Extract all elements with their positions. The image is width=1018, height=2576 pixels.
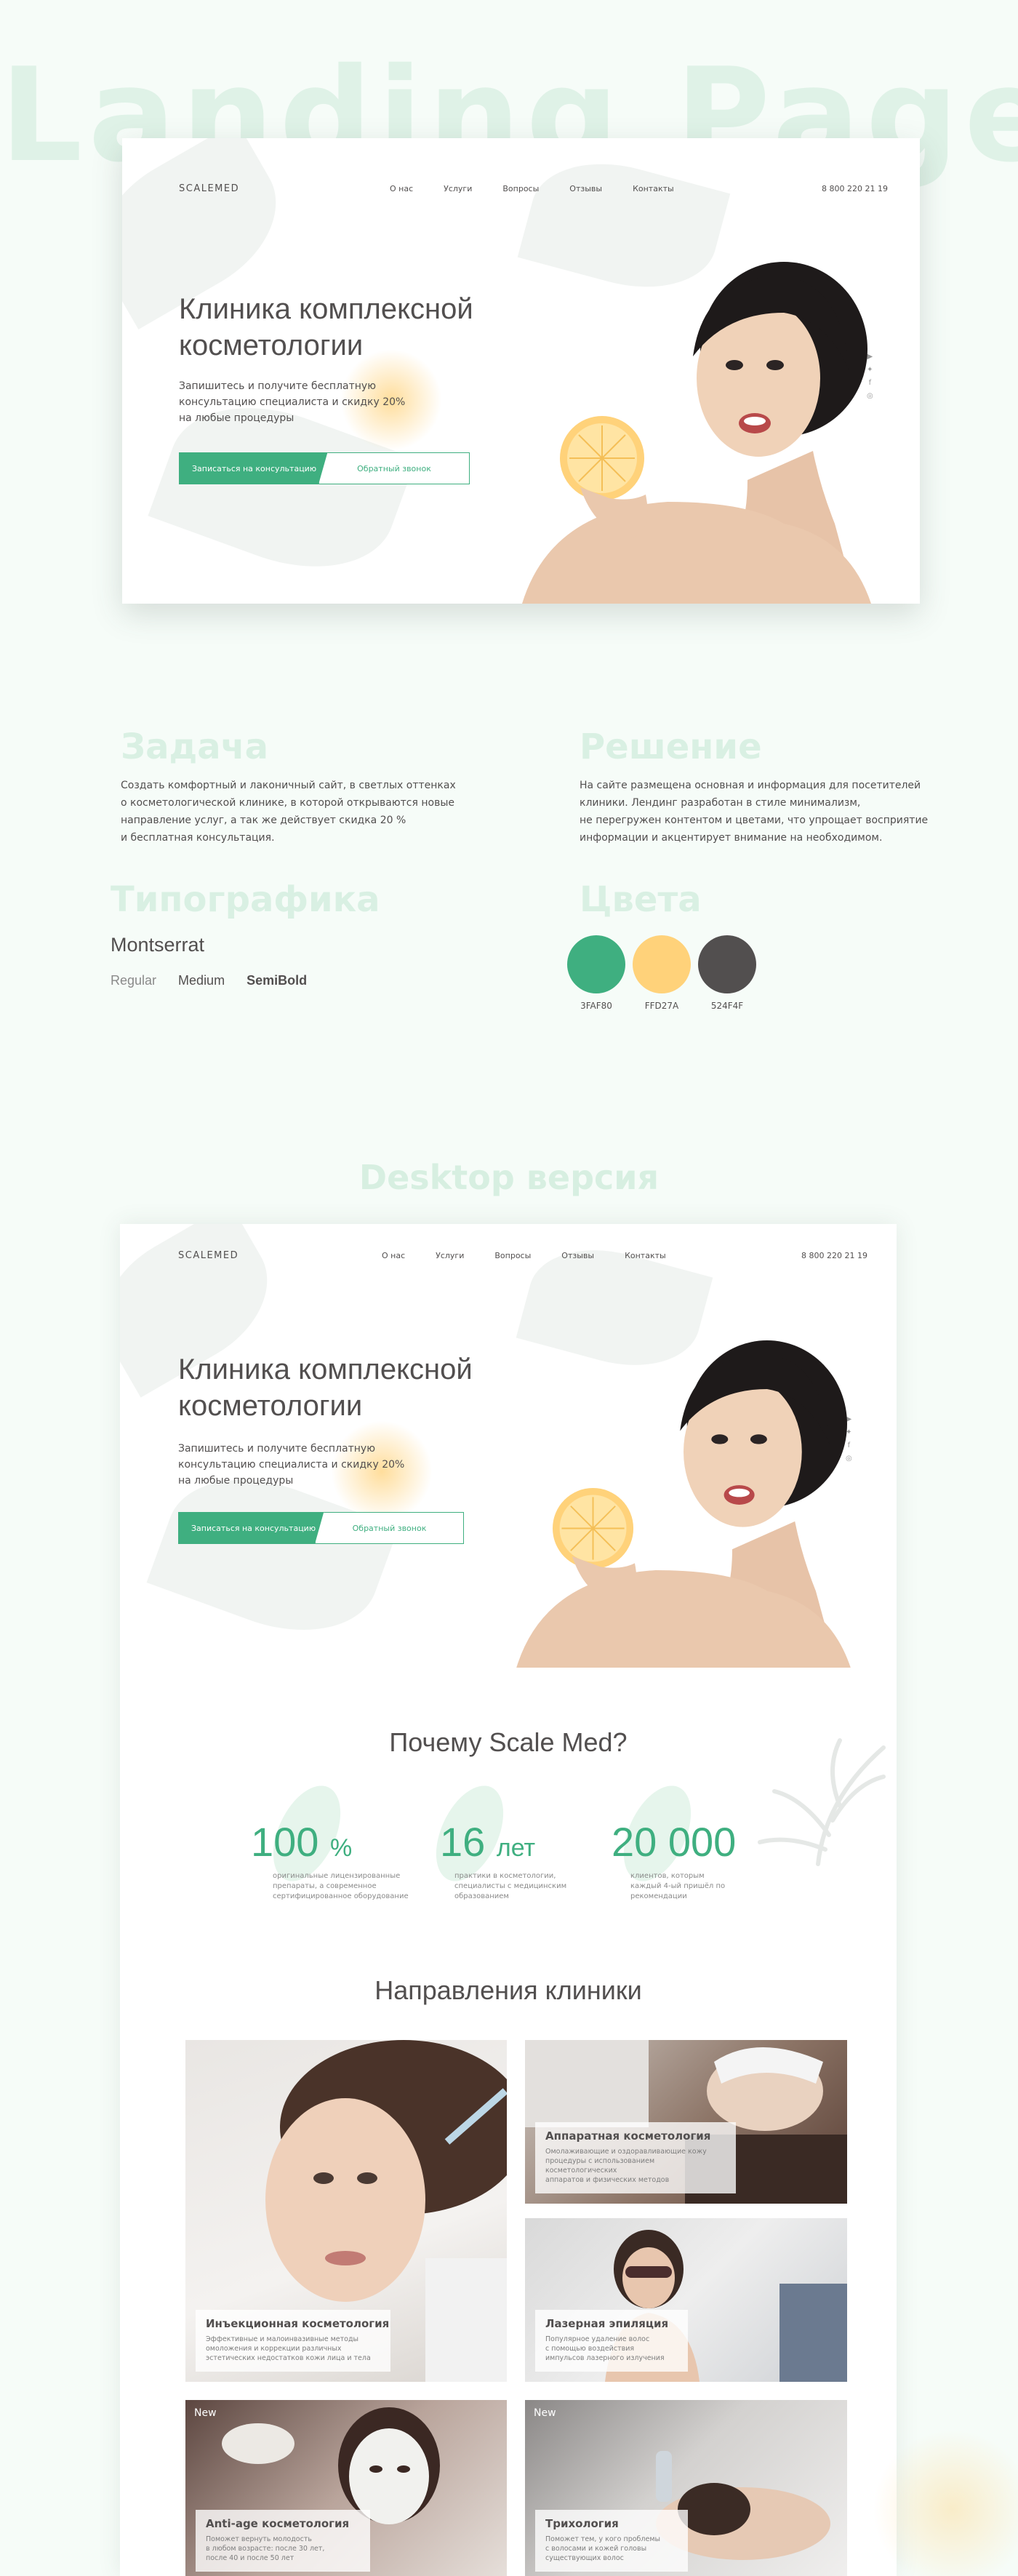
direction-tile-injection[interactable]: Инъекционная косметология Эффективные и …	[185, 2040, 507, 2382]
nav-link-about[interactable]: О нас	[382, 1251, 405, 1260]
tile-title: Инъекционная косметология	[206, 2317, 390, 2330]
nav-link-faq[interactable]: Вопросы	[494, 1251, 531, 1260]
direction-tile-laser[interactable]: Лазерная эпиляция Популярное удаление во…	[525, 2218, 847, 2382]
palm-leaf-decoration	[758, 1738, 886, 1866]
new-badge: New	[194, 2407, 217, 2419]
nav-link-about[interactable]: О нас	[390, 184, 413, 193]
tile-description: Поможет тем, у кого проблемы с волосами …	[545, 2535, 660, 2562]
hero-heading: Клиника комплексной косметологии	[179, 293, 473, 361]
stat-description: практики в косметологии, специалисты с м…	[454, 1872, 567, 1900]
tile-title: Трихология	[545, 2517, 619, 2530]
weight-regular: Regular	[111, 973, 157, 988]
hero-woman-image	[522, 262, 871, 604]
nav-link-reviews[interactable]: Отзывы	[561, 1251, 594, 1260]
phone-number[interactable]: 8 800 220 21 19	[822, 184, 888, 193]
weight-medium: Medium	[178, 973, 225, 988]
font-weights: Regular Medium SemiBold	[111, 973, 307, 988]
desktop-version-title: Desktop версия	[358, 1158, 660, 1197]
solution-title: Решение	[580, 727, 762, 767]
main-nav: О нас Услуги Вопросы Отзывы Контакты	[382, 1251, 666, 1260]
tile-description: Поможет вернуть молодость в любом возрас…	[206, 2535, 325, 2562]
swatch-label: 524F4F	[710, 1001, 744, 1011]
hero-preview-card: SCALEMED О нас Услуги Вопросы Отзывы Кон…	[122, 138, 920, 604]
swatch-label: 3FAF80	[580, 1001, 612, 1011]
direction-tile-hardware[interactable]: Аппаратная косметология Омолаживающие и …	[525, 2040, 847, 2204]
weight-semibold: SemiBold	[247, 973, 308, 988]
tile-caption: Anti-age косметология Поможет вернуть мо…	[196, 2510, 370, 2572]
callback-button[interactable]: Обратный звонок	[315, 1512, 464, 1544]
swatch-yellow	[633, 935, 691, 993]
typography-title: Типографика	[111, 879, 380, 920]
tile-title: Аппаратная косметология	[545, 2129, 711, 2143]
swatch-label: FFD27A	[644, 1001, 679, 1011]
direction-tile-trichology[interactable]: New Трихология Поможет тем, у кого пробл…	[525, 2400, 847, 2576]
nav-link-services[interactable]: Услуги	[436, 1251, 464, 1260]
nav-link-faq[interactable]: Вопросы	[502, 184, 539, 193]
tile-title: Anti-age косметология	[206, 2517, 350, 2530]
callback-button[interactable]: Обратный звонок	[318, 452, 470, 484]
hero-subtitle: Запишитесь и получите бесплатную консуль…	[179, 380, 406, 424]
new-badge: New	[534, 2407, 556, 2419]
swatch-dark	[698, 935, 756, 993]
directions-title: Направления клиники	[374, 1975, 642, 2005]
tile-description: Омолаживающие и оздоравливающие кожу про…	[545, 2148, 707, 2184]
tile-caption: Аппаратная косметология Омолаживающие и …	[535, 2122, 736, 2193]
stat-number: 20 000	[612, 1819, 737, 1865]
logo[interactable]: SCALEMED	[179, 183, 239, 194]
stat-description: оригинальные лицензированные препараты, …	[273, 1872, 409, 1900]
phone-number[interactable]: 8 800 220 21 19	[801, 1251, 867, 1260]
tile-caption: Трихология Поможет тем, у кого проблемы …	[535, 2510, 688, 2572]
tile-caption: Инъекционная косметология Эффективные и …	[196, 2310, 390, 2372]
stat-description: клиентов, котoрым каждый 4-ый пришёл по …	[630, 1872, 726, 1900]
stat-number: 100 %	[251, 1819, 353, 1865]
stat-number: 16 лет	[440, 1819, 536, 1865]
font-name: Montserrat	[111, 934, 205, 956]
book-consultation-button[interactable]: Записаться на консультацию	[179, 452, 330, 484]
nav-link-reviews[interactable]: Отзывы	[569, 184, 602, 193]
tile-description: Эффективные и малоинвазивные методы омол…	[206, 2335, 371, 2362]
book-consultation-button[interactable]: Записаться на консультацию	[178, 1512, 327, 1544]
hero-subtitle: Запишитесь и получите бесплатную консуль…	[178, 1443, 405, 1487]
nav-link-contacts[interactable]: Контакты	[625, 1251, 666, 1260]
task-title: Задача	[121, 727, 268, 767]
swatch-green	[567, 935, 625, 993]
colors-title: Цвета	[580, 879, 702, 920]
nav-link-services[interactable]: Услуги	[444, 184, 472, 193]
tile-description: Популярное удаление волос с помощью возд…	[545, 2335, 665, 2362]
tile-caption: Лазерная эпиляция Популярное удаление во…	[535, 2310, 688, 2372]
hero-woman-image	[516, 1340, 851, 1668]
tile-title: Лазерная эпиляция	[545, 2317, 669, 2330]
logo[interactable]: SCALEMED	[178, 1250, 239, 1261]
hero-heading: Клиника комплексной косметологии	[178, 1353, 473, 1422]
main-nav: О нас Услуги Вопросы Отзывы Контакты	[390, 184, 674, 193]
nav-link-contacts[interactable]: Контакты	[633, 184, 674, 193]
task-text: Создать комфортный и лаконичный сайт, в …	[121, 780, 456, 844]
direction-tile-antiage[interactable]: New Anti-age косметология Поможет вернут…	[185, 2400, 507, 2576]
solution-text: На сайте размещена основная и информация…	[580, 780, 929, 844]
desktop-mockup: SCALEMED О нас Услуги Вопросы Отзывы Кон…	[120, 1224, 897, 2576]
